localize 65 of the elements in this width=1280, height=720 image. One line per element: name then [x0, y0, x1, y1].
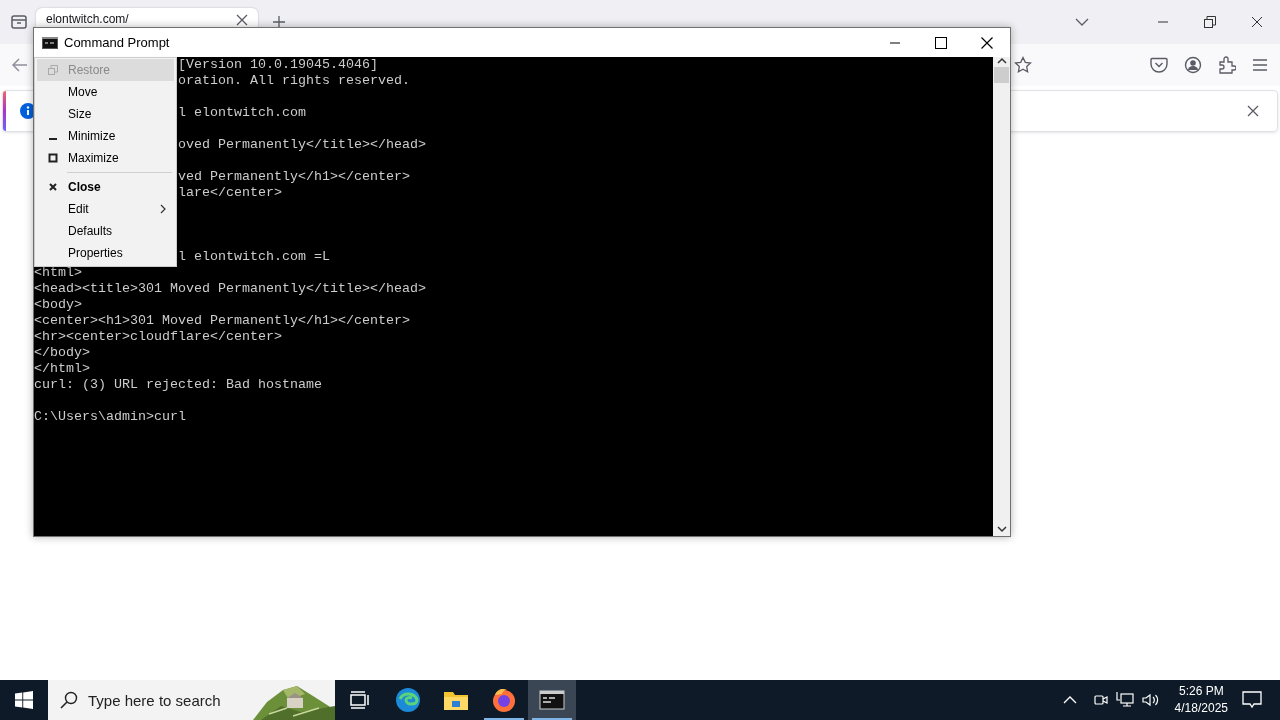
maximize-icon: [47, 153, 58, 163]
console-line: ved Permanently</h1></center>: [178, 169, 410, 185]
menu-item[interactable]: Move: [37, 81, 174, 103]
taskbar-app-button[interactable]: [528, 680, 576, 720]
clock[interactable]: 5:26 PM 4/18/2025: [1166, 683, 1236, 717]
scrollbar-thumb[interactable]: [994, 67, 1009, 83]
scroll-up-icon[interactable]: [996, 57, 1007, 65]
menu-item[interactable]: Minimize: [37, 125, 174, 147]
console-line: <center><h1>301 Moved Permanently</h1></center>: [34, 313, 410, 329]
tab-title: elontwitch.com/: [46, 13, 130, 26]
task-view-icon: [350, 691, 370, 709]
restore-icon[interactable]: [1204, 16, 1216, 28]
notification-icon[interactable]: [1242, 690, 1262, 710]
star-icon[interactable]: [1014, 56, 1032, 74]
close-icon[interactable]: [1251, 16, 1263, 28]
menu-item[interactable]: Maximize: [37, 147, 174, 169]
console-line: <head><title>301 Moved Permanently</title></head>: [34, 281, 426, 297]
console-line: l elontwitch.com: [178, 105, 306, 121]
console-line: </body>: [34, 345, 90, 361]
console-line: </html>: [34, 361, 90, 377]
menu-item[interactable]: Size: [37, 103, 174, 125]
restore-icon: [47, 65, 58, 75]
minimize-icon: [48, 138, 57, 140]
menu-item[interactable]: Close: [37, 176, 174, 198]
console-line: <html>: [34, 265, 82, 281]
windows-logo-icon: [15, 691, 33, 709]
pocket-icon[interactable]: [1150, 57, 1168, 73]
search-field[interactable]: Type here to search: [48, 680, 253, 720]
edge-icon[interactable]: [395, 687, 421, 713]
terminal-icon[interactable]: [539, 689, 565, 711]
close-icon: [981, 36, 993, 49]
close-icon: [47, 182, 58, 192]
console-line: <body>: [34, 297, 82, 313]
console-line: C:\Users\admin>curl: [34, 409, 186, 425]
browser-tab[interactable]: elontwitch.com/: [36, 8, 258, 27]
console-line: [Version 10.0.19045.4046]: [178, 57, 378, 73]
window-title: Command Prompt: [64, 35, 171, 50]
scroll-down-icon[interactable]: [996, 525, 1007, 533]
console-line: oration. All rights reserved.: [178, 73, 410, 89]
sidebar-icon[interactable]: [10, 13, 28, 31]
account-icon[interactable]: [1184, 56, 1202, 74]
chevron-up-icon[interactable]: [1062, 695, 1077, 705]
volume-icon[interactable]: [1140, 691, 1161, 709]
console-line: <hr><center>cloudflare</center>: [34, 329, 282, 345]
console-line: curl: (3) URL rejected: Bad hostname: [34, 377, 322, 393]
close-icon[interactable]: [1247, 105, 1259, 117]
menu-icon[interactable]: [1252, 58, 1268, 72]
close-icon[interactable]: [236, 14, 248, 26]
search-icon: [60, 691, 78, 709]
chevron-down-icon[interactable]: [1075, 17, 1089, 27]
new-tab-icon[interactable]: [272, 15, 286, 29]
menu-item[interactable]: Defaults: [37, 220, 174, 242]
firefox-icon[interactable]: [491, 687, 517, 713]
folder-icon[interactable]: [443, 689, 469, 711]
console-icon: [42, 36, 58, 49]
menu-item[interactable]: Edit: [37, 198, 174, 220]
back-icon[interactable]: [12, 58, 28, 72]
scrollbar[interactable]: [993, 57, 1010, 536]
network-icon[interactable]: [1114, 691, 1135, 709]
console-line: lare</center>: [178, 185, 282, 201]
console-line: oved Permanently</title></head>: [178, 137, 426, 153]
console-line: l elontwitch.com =L: [178, 249, 330, 265]
maximize-icon: [935, 36, 947, 49]
menu-item[interactable]: Properties: [37, 242, 174, 264]
puzzle-icon[interactable]: [1218, 56, 1236, 74]
